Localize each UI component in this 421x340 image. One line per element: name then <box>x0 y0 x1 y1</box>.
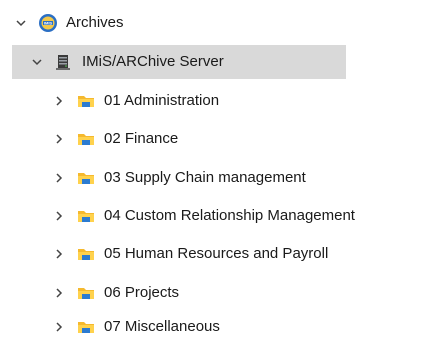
tree-node-folder[interactable]: 07 Miscellaneous <box>52 314 421 340</box>
chevron-right-icon[interactable] <box>52 94 66 108</box>
chevron-right-icon[interactable] <box>52 209 66 223</box>
tree-node-server[interactable]: IMiS/ARChive Server <box>12 45 346 79</box>
tree-node-folder[interactable]: 06 Projects <box>52 276 421 310</box>
tree-node-label: 02 Finance <box>104 130 179 147</box>
tree-node-label: 04 Custom Relationship Management <box>104 207 355 224</box>
chevron-right-icon[interactable] <box>52 247 66 261</box>
archive-tree: IMiS Archives IMiS/ARChive Server 01 Adm… <box>0 0 421 340</box>
chevron-right-icon[interactable] <box>52 320 66 334</box>
tree-node-folder[interactable]: 03 Supply Chain management <box>52 161 421 195</box>
tree-node-label: 06 Projects <box>104 284 180 301</box>
folder-icon <box>76 91 96 111</box>
chevron-right-icon[interactable] <box>52 132 66 146</box>
folder-icon <box>76 206 96 226</box>
tree-node-label: 05 Human Resources and Payroll <box>104 245 329 262</box>
tree-node-folder[interactable]: 05 Human Resources and Payroll <box>52 237 421 271</box>
imis-logo-icon: IMiS <box>38 13 58 33</box>
folder-icon <box>76 129 96 149</box>
svg-text:IMiS: IMiS <box>44 21 53 26</box>
tree-node-label: 07 Miscellaneous <box>104 318 220 335</box>
folder-icon <box>76 317 96 337</box>
chevron-right-icon[interactable] <box>52 286 66 300</box>
chevron-right-icon[interactable] <box>52 171 66 185</box>
server-icon <box>54 52 74 72</box>
chevron-down-icon[interactable] <box>14 16 28 30</box>
tree-node-label: Archives <box>66 14 124 31</box>
tree-node-label: IMiS/ARChive Server <box>82 53 224 70</box>
folder-icon <box>76 283 96 303</box>
folder-icon <box>76 244 96 264</box>
tree-node-label: 03 Supply Chain management <box>104 169 306 186</box>
folder-icon <box>76 168 96 188</box>
tree-node-archives[interactable]: IMiS Archives <box>14 6 421 40</box>
tree-node-folder[interactable]: 01 Administration <box>52 84 421 118</box>
tree-node-folder[interactable]: 04 Custom Relationship Management <box>52 199 421 233</box>
chevron-down-icon[interactable] <box>30 55 44 69</box>
tree-node-folder[interactable]: 02 Finance <box>52 122 421 156</box>
tree-node-label: 01 Administration <box>104 92 220 109</box>
